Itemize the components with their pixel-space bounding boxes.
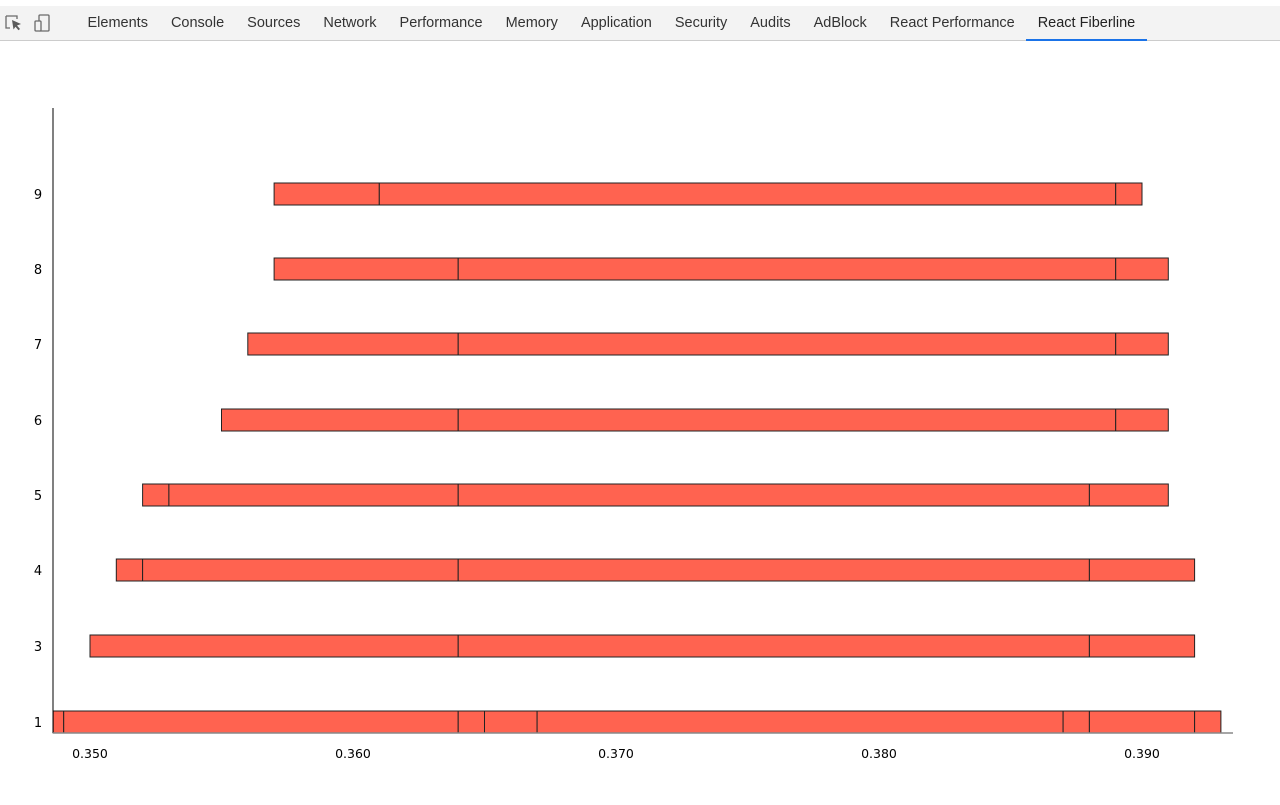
tab-react-performance[interactable]: React Performance	[878, 6, 1026, 41]
y-tick-label: 4	[34, 564, 42, 579]
bar-segment-row-8-1[interactable]	[457, 257, 1117, 281]
tab-elements[interactable]: Elements	[76, 6, 159, 41]
bar-segment-row-8-0[interactable]	[273, 257, 459, 281]
x-axis-labels: 0.350 0.360 0.370 0.380 0.390	[72, 746, 1160, 761]
tab-application[interactable]: Application	[569, 6, 663, 41]
bar-segment-row-8-2[interactable]	[1115, 257, 1169, 281]
fiberline-chart: 9 8 7 6 5 4 3 1 0.350 0.360 0.370 0.380 0.390	[0, 42, 1280, 800]
bar-segment-row-1-1[interactable]	[63, 710, 459, 734]
bar-segment-row-3-0[interactable]	[89, 634, 459, 658]
bar-segment-row-6-1[interactable]	[457, 408, 1117, 432]
bar-segment-row-1-3[interactable]	[484, 710, 538, 734]
bar-segment-row-7-0[interactable]	[247, 332, 459, 356]
y-axis-labels: 9 8 7 6 5 4 3 1	[34, 188, 42, 731]
bar-segment-row-5-2[interactable]	[457, 483, 1090, 507]
bar-segment-row-7-2[interactable]	[1115, 332, 1169, 356]
bars-layer	[52, 182, 1222, 734]
tab-memory[interactable]: Memory	[494, 6, 569, 41]
device-toolbar-icon[interactable]	[32, 13, 52, 33]
x-tick-label: 0.360	[335, 746, 371, 761]
bar-segment-row-3-2[interactable]	[1088, 634, 1196, 658]
x-tick-label: 0.350	[72, 746, 108, 761]
x-tick-label: 0.380	[861, 746, 897, 761]
bar-segment-row-6-2[interactable]	[1115, 408, 1169, 432]
tab-adblock[interactable]: AdBlock	[802, 6, 878, 41]
panel-tabs: Elements Console Sources Network Perform…	[76, 6, 1147, 41]
tab-performance[interactable]: Performance	[388, 6, 494, 41]
bar-segment-row-9-1[interactable]	[378, 182, 1117, 206]
bar-segment-row-4-2[interactable]	[457, 558, 1090, 582]
bar-segment-row-9-2[interactable]	[1115, 182, 1143, 206]
tab-audits[interactable]: Audits	[739, 6, 802, 41]
fiberline-chart-svg: 9 8 7 6 5 4 3 1 0.350 0.360 0.370 0.380 0.390	[34, 108, 1233, 761]
bar-segment-row-3-1[interactable]	[457, 634, 1090, 658]
y-tick-label: 6	[34, 414, 42, 429]
inspect-element-icon[interactable]	[4, 13, 24, 33]
bar-segment-row-4-1[interactable]	[142, 558, 459, 582]
y-tick-label: 5	[34, 489, 42, 504]
bar-segment-row-9-0[interactable]	[273, 182, 380, 206]
bar-segment-row-6-0[interactable]	[221, 408, 459, 432]
bar-segment-row-4-3[interactable]	[1088, 558, 1196, 582]
bar-segment-row-1-5[interactable]	[1062, 710, 1090, 734]
bar-segment-row-1-7[interactable]	[1194, 710, 1222, 734]
bar-segment-row-1-0[interactable]	[52, 710, 65, 734]
x-tick-label: 0.390	[1124, 746, 1160, 761]
y-tick-label: 3	[34, 640, 42, 655]
x-tick-label: 0.370	[598, 746, 634, 761]
y-tick-label: 1	[34, 716, 42, 731]
tab-console[interactable]: Console	[159, 6, 235, 41]
tab-sources[interactable]: Sources	[236, 6, 312, 41]
bar-segment-row-5-0[interactable]	[142, 483, 170, 507]
bar-segment-row-4-0[interactable]	[115, 558, 144, 582]
bar-segment-row-1-2[interactable]	[457, 710, 486, 734]
devtools-toolbar: Elements Console Sources Network Perform…	[0, 6, 1280, 41]
y-tick-label: 7	[34, 338, 42, 353]
bar-segment-row-7-1[interactable]	[457, 332, 1117, 356]
bar-segment-row-5-1[interactable]	[168, 483, 459, 507]
bar-segment-row-5-3[interactable]	[1088, 483, 1169, 507]
y-tick-label: 8	[34, 263, 42, 278]
tab-network[interactable]: Network	[312, 6, 388, 41]
bar-segment-row-1-6[interactable]	[1088, 710, 1196, 734]
tab-react-fiberline[interactable]: React Fiberline	[1026, 6, 1147, 41]
tab-security[interactable]: Security	[663, 6, 738, 41]
bar-segment-row-1-4[interactable]	[536, 710, 1064, 734]
y-tick-label: 9	[34, 188, 42, 203]
